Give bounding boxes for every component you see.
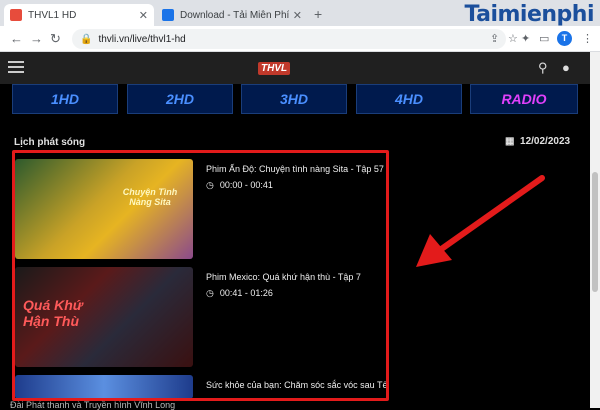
thumbnail-title: Chuyện Tình Nàng Sita bbox=[122, 187, 178, 207]
lock-icon: 🔒 bbox=[80, 33, 93, 45]
sidebar-icon[interactable]: ▭ bbox=[539, 32, 549, 45]
bookmark-star-icon[interactable]: ☆ bbox=[508, 32, 518, 45]
tab-title: Download - Tải Miễn Phí VN - Ph bbox=[180, 9, 289, 21]
address-bar-row: ← → ↻ 🔒 thvli.vn/live/thvl1-hd ⇪ ☆ ✦ ▭ T… bbox=[0, 26, 600, 52]
browser-tab-strip: THVL1 HD ✕ Download - Tải Miễn Phí VN - … bbox=[0, 0, 600, 35]
forward-arrow-icon[interactable]: → bbox=[30, 31, 43, 46]
thvl-favicon-icon bbox=[10, 9, 22, 21]
watermark-text: Taimienphi bbox=[464, 2, 594, 27]
thumbnail-title: Quá Khứ Hận Thù bbox=[23, 297, 83, 329]
list-item[interactable]: Chuyện Tình Nàng Sita Phim Ấn Độ: Chuyện… bbox=[14, 159, 386, 259]
clock-icon: ◷ bbox=[206, 288, 214, 298]
program-name: Phim Ấn Độ: Chuyện tình nàng Sita - Tập … bbox=[206, 164, 384, 174]
list-item[interactable]: Sức khỏe của bạn: Chăm sóc sắc vóc sau T… bbox=[14, 375, 386, 399]
back-arrow-icon[interactable]: ← bbox=[10, 31, 23, 46]
tab-download[interactable]: Download - Tải Miễn Phí VN - Ph ✕ bbox=[156, 4, 308, 26]
search-icon[interactable]: ⚲ bbox=[538, 60, 548, 76]
site-header: THVL ⚲ ● bbox=[0, 52, 590, 84]
program-thumbnail[interactable]: Quá Khứ Hận Thù bbox=[15, 267, 193, 367]
tab-title: THVL1 HD bbox=[28, 9, 77, 21]
share-icon[interactable]: ⇪ bbox=[490, 32, 499, 45]
page-scrollbar[interactable] bbox=[590, 52, 600, 408]
extensions-icon[interactable]: ✦ bbox=[521, 32, 530, 45]
thvl-logo[interactable]: THVL bbox=[258, 62, 291, 75]
new-tab-button[interactable]: + bbox=[314, 6, 322, 22]
user-account-icon[interactable]: ● bbox=[562, 60, 570, 75]
menu-kebab-icon[interactable]: ⋮ bbox=[582, 32, 593, 45]
schedule-date-picker[interactable]: ▦ 12/02/2023 bbox=[505, 136, 570, 147]
url-input[interactable]: 🔒 thvli.vn/live/thvl1-hd bbox=[72, 29, 506, 49]
clock-icon: ◷ bbox=[206, 180, 214, 190]
program-time: 00:00 - 00:41 bbox=[219, 180, 273, 190]
annotation-arrow-icon bbox=[416, 175, 545, 267]
hamburger-menu-icon[interactable] bbox=[8, 61, 24, 73]
program-name: Sức khỏe của bạn: Chăm sóc sắc vóc sau T… bbox=[206, 380, 386, 390]
close-tab-icon[interactable]: ✕ bbox=[293, 9, 302, 22]
program-name: Phim Mexico: Quá khứ hận thù - Tập 7 bbox=[206, 272, 361, 282]
list-item[interactable]: Quá Khứ Hận Thù Phim Mexico: Quá khứ hận… bbox=[14, 267, 386, 367]
channel-thvl2[interactable]: 2HD bbox=[127, 84, 233, 114]
channel-thvl3[interactable]: 3HD bbox=[241, 84, 347, 114]
tab-thvl1-hd[interactable]: THVL1 HD ✕ bbox=[4, 4, 154, 26]
program-thumbnail[interactable] bbox=[15, 375, 193, 399]
schedule-date: 12/02/2023 bbox=[520, 136, 571, 147]
scrollbar-thumb[interactable] bbox=[592, 172, 598, 292]
watermark-logo: Taimienphi .vn bbox=[464, 2, 594, 35]
channel-thvl1[interactable]: 1HD bbox=[12, 84, 118, 114]
program-thumbnail[interactable]: Chuyện Tình Nàng Sita bbox=[15, 159, 193, 259]
url-text: thvli.vn/live/thvl1-hd bbox=[98, 33, 186, 45]
channel-thvl4[interactable]: 4HD bbox=[356, 84, 462, 114]
download-favicon-icon bbox=[162, 9, 174, 21]
close-tab-icon[interactable]: ✕ bbox=[139, 9, 148, 22]
program-time: 00:41 - 01:26 bbox=[219, 288, 273, 298]
calendar-icon: ▦ bbox=[505, 136, 515, 147]
page-footer: Đài Phát thanh và Truyền hình Vĩnh Long bbox=[10, 400, 176, 410]
reload-icon[interactable]: ↻ bbox=[50, 31, 61, 47]
channel-strip: 1HD 2HD 3HD 4HD RADIO bbox=[0, 84, 590, 114]
schedule-title: Lịch phát sóng bbox=[14, 137, 86, 148]
channel-radio[interactable]: RADIO bbox=[470, 84, 578, 114]
profile-avatar[interactable]: T bbox=[557, 31, 572, 46]
schedule-list: Chuyện Tình Nàng Sita Phim Ấn Độ: Chuyện… bbox=[14, 153, 386, 399]
